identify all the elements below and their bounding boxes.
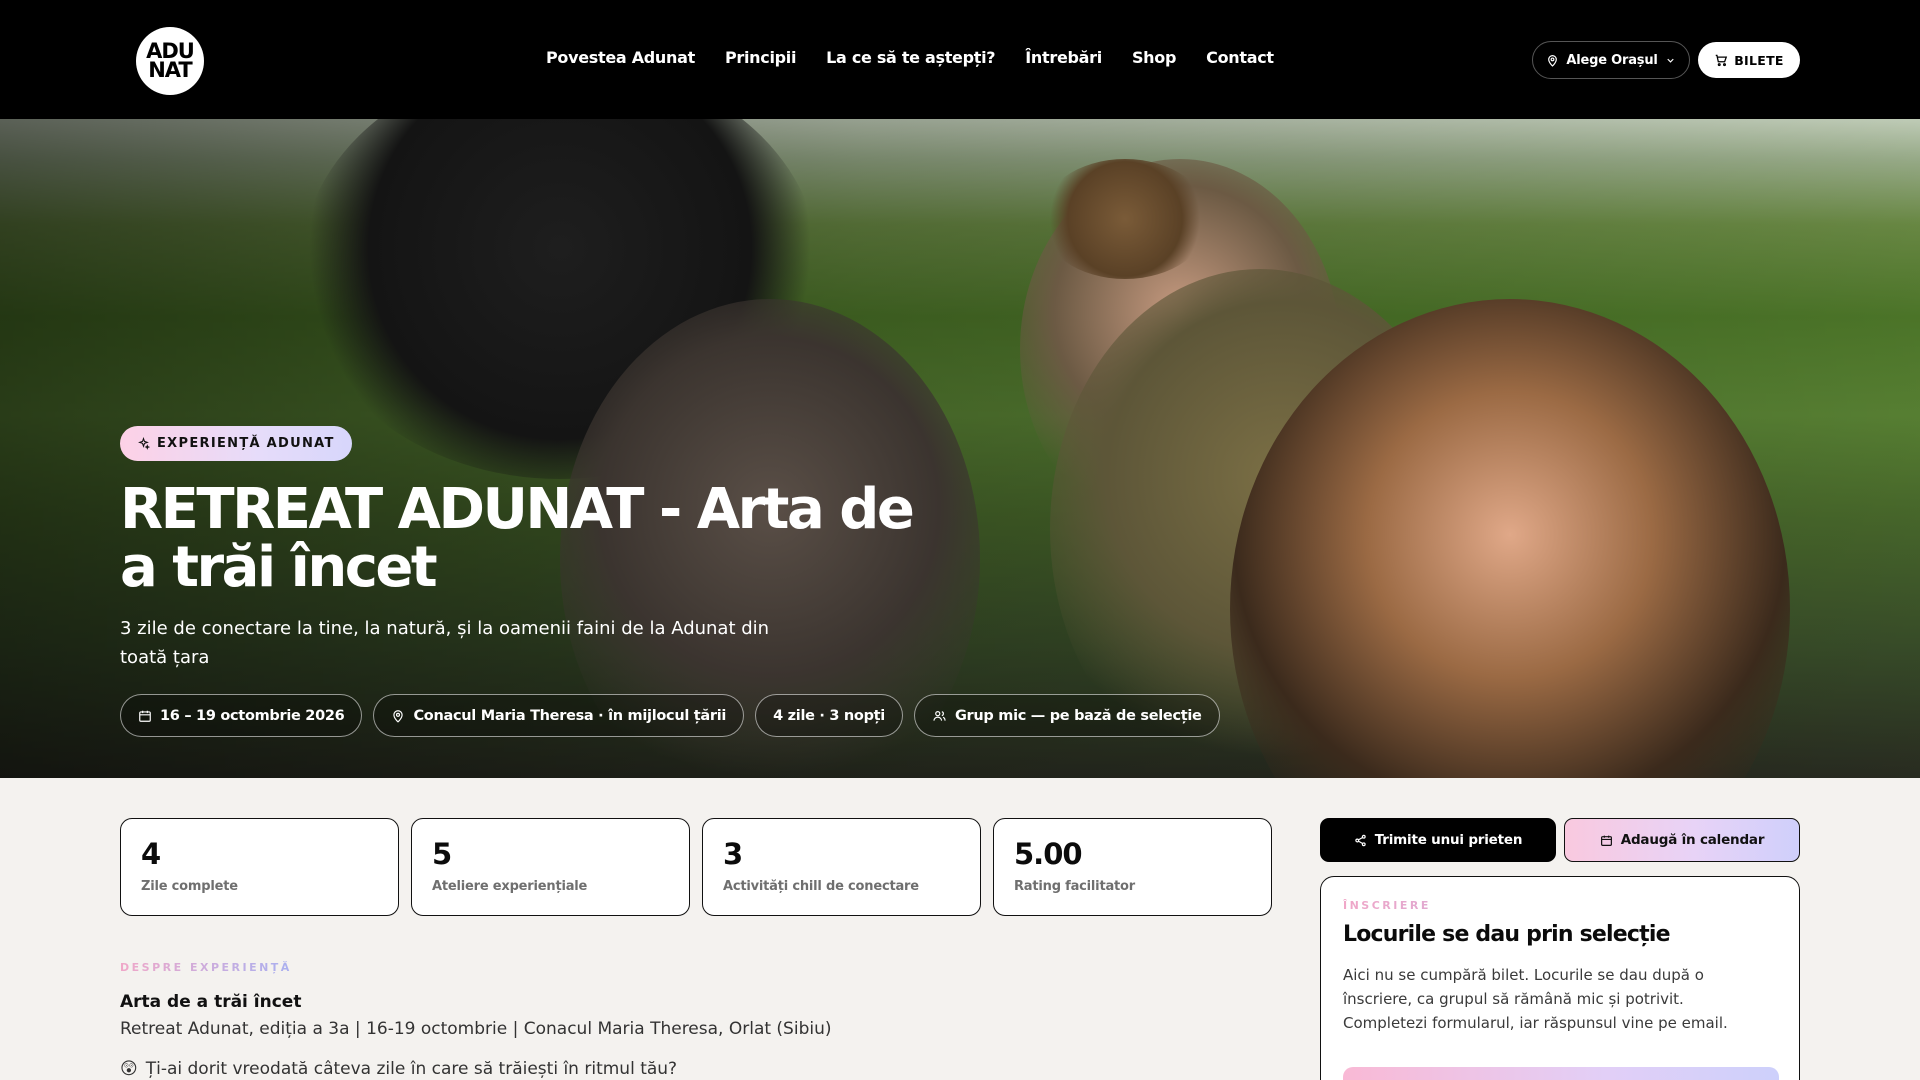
chevron-down-icon: [1665, 55, 1676, 66]
registration-title: Locurile se dau prin selecție: [1343, 922, 1671, 947]
logo-text-bottom: NAT: [148, 58, 193, 82]
location-pin-icon: [391, 709, 405, 723]
calendar-add-icon: [1600, 834, 1613, 847]
choose-city-label: Alege Orașul: [1566, 52, 1658, 68]
adunat-logo[interactable]: ADU NAT: [136, 27, 204, 95]
hero-title: RETREAT ADUNAT - Arta de a trăi încet: [120, 477, 915, 600]
event-info-chips: 16 – 19 octombrie 2026 Conacul Maria The…: [120, 694, 1220, 737]
duration-chip: 4 zile · 3 nopți: [755, 694, 903, 737]
hero-banner: EXPERIENȚĂ ADUNAT RETREAT ADUNAT - Arta …: [0, 119, 1920, 778]
nav-la-ce-sa-te-astepti[interactable]: La ce să te aștepți?: [826, 48, 995, 67]
location-chip-label: Conacul Maria Theresa · în mijlocul țări…: [413, 707, 727, 724]
share-icon: [1354, 834, 1367, 847]
stat-label: Ateliere experiențiale: [432, 879, 588, 894]
stat-label: Rating facilitator: [1014, 879, 1135, 894]
top-navigation-bar: ADU NAT Povestea Adunat Principii La ce …: [0, 0, 1920, 119]
tickets-button[interactable]: BILETE: [1698, 42, 1800, 78]
registration-form-button[interactable]: [1343, 1067, 1779, 1080]
stat-value: 5.00: [1014, 837, 1083, 871]
main-nav: Povestea Adunat Principii La ce să te aș…: [546, 48, 1274, 67]
stat-label: Activități chill de conectare: [723, 879, 919, 894]
users-icon: [932, 709, 947, 723]
stat-card-activities: 3 Activități chill de conectare: [702, 818, 981, 916]
duration-chip-label: 4 zile · 3 nopți: [773, 707, 885, 724]
group-chip: Grup mic — pe bază de selecție: [913, 694, 1220, 737]
add-to-calendar-label: Adaugă în calendar: [1620, 832, 1765, 848]
location-chip: Conacul Maria Theresa · în mijlocul țări…: [373, 694, 745, 737]
tickets-label: BILETE: [1734, 52, 1784, 68]
about-section-kicker: DESPRE EXPERIENȚĂ: [120, 961, 292, 974]
stat-card-rating: 5.00 Rating facilitator: [993, 818, 1272, 916]
location-pin-icon: [1546, 54, 1559, 67]
stat-label: Zile complete: [141, 879, 238, 894]
share-label: Trimite unui prieten: [1374, 832, 1523, 848]
nav-shop[interactable]: Shop: [1132, 48, 1176, 67]
hero-photo-figure: [1040, 159, 1210, 279]
registration-kicker: ÎNSCRIERE: [1343, 899, 1777, 912]
registration-card: ÎNSCRIERE Locurile se dau prin selecție …: [1320, 876, 1800, 1080]
about-question: 😲 Ți-ai dorit vreodată câteva zile în ca…: [120, 1059, 677, 1079]
astonished-face-icon: 😲: [120, 1059, 138, 1079]
stat-value: 5: [432, 837, 452, 871]
about-title: Arta de a trăi încet: [120, 992, 302, 1012]
add-to-calendar-button[interactable]: Adaugă în calendar: [1564, 818, 1800, 862]
choose-city-button[interactable]: Alege Orașul: [1532, 41, 1690, 79]
group-chip-label: Grup mic — pe bază de selecție: [954, 707, 1202, 724]
stat-value: 4: [141, 837, 161, 871]
share-with-friend-button[interactable]: Trimite unui prieten: [1320, 818, 1556, 862]
nav-principii[interactable]: Principii: [725, 48, 796, 67]
nav-intrebari[interactable]: Întrebări: [1025, 48, 1102, 67]
stat-card-days: 4 Zile complete: [120, 818, 399, 916]
experience-badge: EXPERIENȚĂ ADUNAT: [120, 426, 352, 461]
about-edition-line: Retreat Adunat, ediția a 3a | 16-19 octo…: [120, 1019, 832, 1039]
nav-povestea[interactable]: Povestea Adunat: [546, 48, 695, 67]
cart-icon: [1714, 53, 1728, 67]
nav-contact[interactable]: Contact: [1206, 48, 1274, 67]
date-chip-label: 16 – 19 octombrie 2026: [160, 707, 345, 724]
hero-subtitle: 3 zile de conectare la tine, la natură, …: [120, 618, 770, 668]
about-question-text: Ți-ai dorit vreodată câteva zile în care…: [145, 1059, 678, 1079]
calendar-icon: [138, 709, 152, 723]
stat-card-workshops: 5 Ateliere experiențiale: [411, 818, 690, 916]
experience-badge-label: EXPERIENȚĂ ADUNAT: [157, 436, 335, 451]
date-chip: 16 – 19 octombrie 2026: [120, 694, 363, 737]
sparkle-icon: [137, 437, 150, 450]
stat-value: 3: [723, 837, 743, 871]
registration-text: Aici nu se cumpără bilet. Locurile se da…: [1343, 966, 1728, 1032]
